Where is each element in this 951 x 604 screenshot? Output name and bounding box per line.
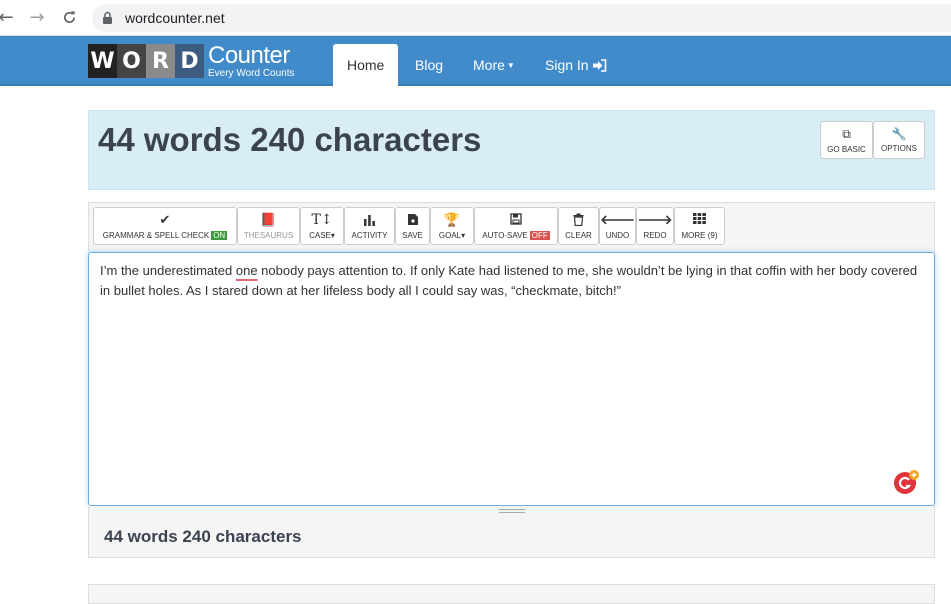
goal-caret-icon: ▾ — [461, 230, 466, 240]
auto-save-text: AUTO-SAVE — [482, 230, 528, 240]
bar-chart-icon — [363, 213, 376, 228]
goal-text: GOAL — [438, 230, 462, 240]
grammarly-icon[interactable] — [893, 469, 919, 495]
more-tools-button[interactable]: MORE (9) — [674, 207, 725, 245]
grid-icon — [693, 212, 706, 228]
logo-tile-w: W — [88, 44, 117, 78]
footer-word-count: 44 words 240 characters — [104, 527, 302, 546]
site-logo[interactable]: W O R D Counter Every Word Counts — [88, 41, 295, 79]
grammar-check-label: GRAMMAR & SPELL CHECK ON — [102, 230, 228, 240]
grammar-on-badge: ON — [211, 230, 228, 240]
options-button[interactable]: 🔧 OPTIONS — [873, 121, 925, 159]
undo-button[interactable]: 🡐 UNDO — [599, 207, 636, 245]
auto-save-button[interactable]: AUTO-SAVE OFF — [474, 207, 558, 245]
redo-button[interactable]: 🡒 REDO — [636, 207, 674, 245]
auto-save-off-badge: OFF — [529, 230, 550, 240]
back-icon[interactable]: ← — [0, 7, 16, 28]
count-header-panel: 44 words 240 characters ⧉ GO BASIC 🔧 OPT… — [88, 110, 935, 190]
grammar-check-text: GRAMMAR & SPELL CHECK — [102, 230, 210, 240]
url-text: wordcounter.net — [125, 10, 225, 26]
clear-button[interactable]: CLEAR — [558, 207, 599, 245]
logo-tile-d: D — [175, 44, 204, 78]
case-button[interactable]: T↕ CASE▾ — [300, 207, 344, 245]
activity-label: ACTIVITY — [351, 230, 388, 240]
bottom-panel — [88, 584, 935, 604]
case-caret-icon: ▾ — [330, 230, 335, 240]
editor-resize-handle[interactable] — [88, 506, 935, 516]
sign-in-icon — [592, 58, 606, 72]
lock-icon — [103, 11, 112, 24]
arrow-left-icon: 🡐 — [600, 212, 635, 228]
auto-save-label: AUTO-SAVE OFF — [482, 230, 550, 240]
go-basic-button[interactable]: ⧉ GO BASIC — [820, 121, 873, 159]
logo-wordmark: Counter Every Word Counts — [208, 41, 295, 79]
resize-grip — [498, 509, 525, 513]
nav-more-label: More — [473, 57, 505, 73]
book-icon: 📕 — [260, 212, 277, 228]
forward-icon[interactable]: → — [27, 7, 47, 28]
floppy-icon — [510, 212, 522, 228]
editor-text-start: I’m the underestimated — [100, 263, 236, 278]
address-bar[interactable]: wordcounter.net — [92, 4, 951, 32]
trophy-icon: 🏆 — [443, 212, 461, 228]
redo-label: REDO — [643, 230, 667, 240]
check-icon: ✔ — [159, 212, 171, 228]
nav-more[interactable]: More ▼ — [473, 44, 515, 86]
text-height-icon: T↕ — [311, 211, 333, 228]
editor-toolbar: ✔ GRAMMAR & SPELL CHECK ON 📕 THESAURUS T↕… — [88, 202, 935, 252]
browser-toolbar: ← → wordcounter.net — [0, 0, 951, 36]
reload-icon[interactable] — [59, 7, 79, 27]
nav-blog[interactable]: Blog — [415, 44, 443, 86]
case-text: CASE — [309, 230, 331, 240]
wrench-icon: 🔧 — [891, 127, 907, 141]
flagged-word[interactable]: one — [236, 263, 258, 278]
options-label: OPTIONS — [880, 144, 917, 153]
undo-label: UNDO — [605, 230, 630, 240]
case-label: CASE▾ — [309, 231, 335, 240]
logo-counter-text: Counter — [208, 41, 290, 69]
nav-home-label: Home — [347, 57, 385, 73]
count-footer-panel: 44 words 240 characters — [88, 516, 935, 558]
logo-tile-o: O — [117, 44, 146, 78]
grammar-check-button[interactable]: ✔ GRAMMAR & SPELL CHECK ON — [93, 207, 237, 245]
save-file-icon — [407, 213, 419, 228]
arrow-right-icon: 🡒 — [637, 212, 673, 228]
thesaurus-button[interactable]: 📕 THESAURUS — [237, 207, 300, 245]
nav-home[interactable]: Home — [333, 44, 399, 86]
goal-label: GOAL▾ — [439, 231, 465, 240]
goal-button[interactable]: 🏆 GOAL▾ — [430, 207, 474, 245]
nav-sign-in[interactable]: Sign In — [545, 44, 607, 86]
save-button[interactable]: SAVE — [395, 207, 430, 245]
activity-button[interactable]: ACTIVITY — [344, 207, 395, 245]
word-count-headline: 44 words 240 characters — [98, 121, 482, 158]
site-navbar: W O R D Counter Every Word Counts Home B… — [0, 36, 951, 86]
go-basic-label: GO BASIC — [827, 144, 866, 154]
external-link-icon: ⧉ — [842, 126, 851, 141]
trash-icon — [573, 213, 584, 228]
text-editor[interactable]: I’m the underestimated one nobody pays a… — [88, 252, 935, 506]
caret-down-icon: ▼ — [506, 60, 515, 70]
nav-blog-label: Blog — [415, 57, 444, 73]
save-label: SAVE — [402, 230, 423, 240]
thesaurus-label: THESAURUS — [243, 230, 294, 240]
logo-tile-r: R — [146, 44, 175, 78]
more-tools-label: MORE (9) — [681, 230, 718, 240]
logo-tagline: Every Word Counts — [208, 67, 295, 79]
nav-sign-in-label: Sign In — [545, 57, 589, 73]
clear-label: CLEAR — [565, 230, 592, 240]
